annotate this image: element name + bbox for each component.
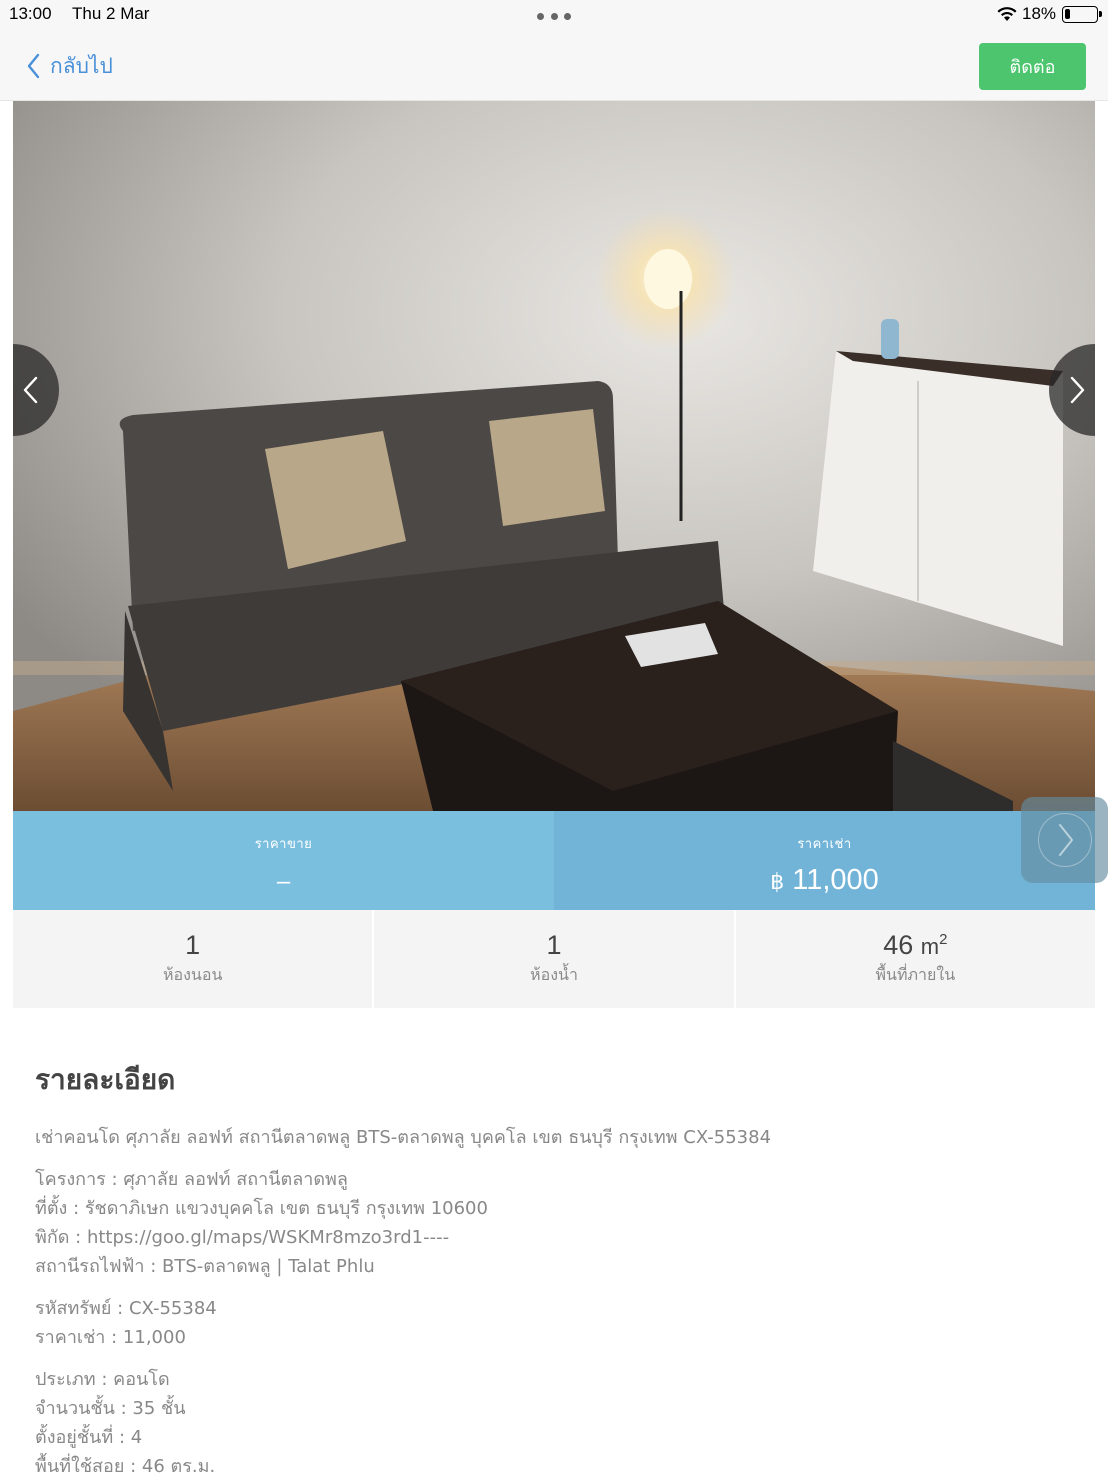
status-time: 13:00 <box>9 4 52 23</box>
stat-area: 46 m2 พื้นที่ภายใน <box>736 910 1095 1008</box>
status-date: Thu 2 Mar <box>72 4 150 23</box>
chevron-left-icon <box>23 376 38 404</box>
bathrooms-label: ห้องน้ำ <box>530 965 578 984</box>
area-unit-exponent: 2 <box>939 931 948 948</box>
details-line-property-code: รหัสทรัพย์ : CX-55384 <box>35 1298 217 1319</box>
wifi-icon <box>997 7 1017 21</box>
battery-level <box>1065 9 1070 19</box>
multitasking-dots-icon[interactable] <box>537 13 571 21</box>
bedrooms-value: 1 <box>185 930 201 960</box>
rent-price-value: ฿ 11,000 <box>554 864 1095 897</box>
details-group-code: รหัสทรัพย์ : CX-55384 ราคาเช่า : 11,000 <box>35 1294 1085 1352</box>
details-line-location: ที่ตั้ง : รัชดาภิเษก แขวงบุคคโล เขต ธนบุ… <box>35 1198 488 1219</box>
stat-bedrooms: 1 ห้องนอน <box>13 910 375 1008</box>
nav-bar: กลับไป ติดต่อ <box>0 28 1108 101</box>
rent-price-amount: 11,000 <box>792 864 879 896</box>
details-line-usable-area: พื้นที่ใช้สอย : 46 ตร.ม. <box>35 1456 216 1477</box>
details-section: รายละเอียด เช่าคอนโด ศุภาลัย ลอฟท์ สถานี… <box>35 1058 1085 1478</box>
details-line-project: โครงการ : ศุภาลัย ลอฟท์ สถานีตลาดพลู <box>35 1169 348 1190</box>
contact-button[interactable]: ติดต่อ <box>979 43 1086 90</box>
details-line-rent-price: ราคาเช่า : 11,000 <box>35 1327 186 1348</box>
sale-price-label: ราคาขาย <box>254 837 313 852</box>
details-line-station: สถานีรถไฟฟ้า : BTS-ตลาดพลู | Talat Phlu <box>35 1256 375 1277</box>
back-button[interactable]: กลับไป <box>24 50 113 82</box>
baht-symbol: ฿ <box>770 869 785 894</box>
rent-price-label: ราคาเช่า <box>797 837 852 852</box>
bathrooms-value: 1 <box>546 930 562 960</box>
area-value: 46 <box>883 930 914 960</box>
listing-photo[interactable] <box>13 101 1095 811</box>
listing-stats: 1 ห้องนอน 1 ห้องน้ำ 46 m2 พื้นที่ภายใน <box>13 910 1095 1008</box>
sale-price-panel: ราคาขาย – <box>13 811 554 910</box>
battery-percent: 18% <box>1022 4 1057 23</box>
details-line-floors: จำนวนชั้น : 35 ชั้น <box>35 1398 186 1419</box>
chevron-right-icon <box>1070 376 1085 404</box>
area-value-wrap: 46 m2 <box>736 930 1095 961</box>
details-headline: เช่าคอนโด ศุภาลัย ลอฟท์ สถานีตลาดพลู BTS… <box>35 1127 772 1148</box>
floating-next-button[interactable] <box>1021 797 1108 883</box>
back-label: กลับไป <box>50 53 113 78</box>
details-line-coordinates[interactable]: พิกัด : https://goo.gl/maps/WSKMr8mzo3rd… <box>35 1223 1085 1252</box>
details-group-specs: ประเภท : คอนโด จำนวนชั้น : 35 ชั้น ตั้งอ… <box>35 1365 1085 1478</box>
stat-bathrooms: 1 ห้องน้ำ <box>374 910 736 1008</box>
living-room-photo <box>13 101 1095 811</box>
chevron-left-icon <box>27 53 40 79</box>
bedrooms-label: ห้องนอน <box>162 965 223 984</box>
battery-icon <box>1062 6 1102 23</box>
area-unit: m <box>920 934 940 959</box>
rent-price-panel: ราคาเช่า ฿ 11,000 <box>554 811 1095 910</box>
status-bar: 13:00 Thu 2 Mar 18% <box>0 0 1108 28</box>
details-line-floor-no: ตั้งอยู่ชั้นที่ : 4 <box>35 1427 143 1448</box>
area-label: พื้นที่ภายใน <box>875 965 956 984</box>
sale-price-value: – <box>276 868 291 895</box>
details-group-project: โครงการ : ศุภาลัย ลอฟท์ สถานีตลาดพลู ที่… <box>35 1165 1085 1281</box>
price-band: ราคาขาย – ราคาเช่า ฿ 11,000 <box>13 811 1095 910</box>
details-line-type: ประเภท : คอนโด <box>35 1369 170 1390</box>
details-title: รายละเอียด <box>35 1063 176 1096</box>
chevron-right-icon <box>1059 824 1073 856</box>
